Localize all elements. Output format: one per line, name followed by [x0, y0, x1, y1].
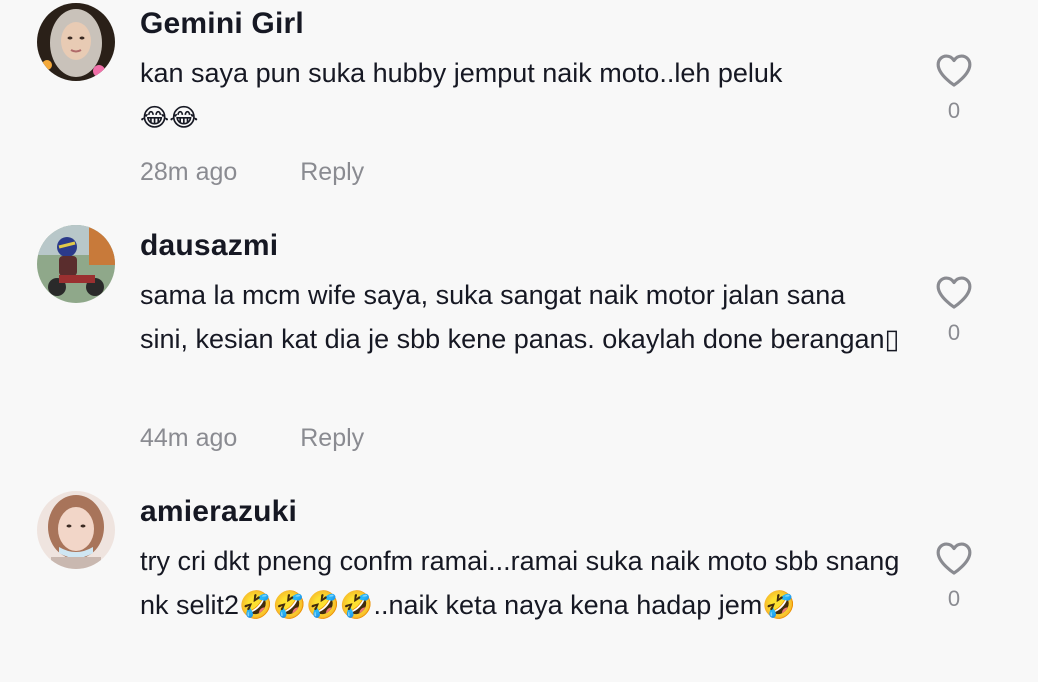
- like-button[interactable]: 0: [934, 540, 974, 612]
- reply-button[interactable]: Reply: [300, 424, 364, 452]
- comment-username[interactable]: Gemini Girl: [140, 6, 304, 42]
- like-button[interactable]: 0: [934, 52, 974, 124]
- laughing-emoji: 😂😂: [140, 103, 199, 132]
- hijab-girl-avatar-icon: [37, 3, 115, 81]
- comment-text: kan saya pun suka hubby jemput naik moto…: [140, 51, 910, 140]
- reply-button[interactable]: Reply: [300, 158, 364, 186]
- comment-timestamp: 28m ago: [140, 158, 238, 186]
- comment-meta: 28m ago Reply: [140, 157, 364, 187]
- comment-text: sama la mcm wife saya, suka sangat naik …: [140, 280, 900, 354]
- avatar[interactable]: [37, 491, 115, 569]
- avatar[interactable]: [37, 225, 115, 303]
- like-count: 0: [947, 320, 961, 345]
- avatar[interactable]: [37, 3, 115, 81]
- like-count: 0: [947, 98, 961, 123]
- girl-avatar-icon: [37, 491, 115, 569]
- like-count: 0: [947, 586, 961, 611]
- comment-text-body: kan saya pun suka hubby jemput naik moto…: [140, 58, 783, 88]
- comment-timestamp: 44m ago: [140, 424, 238, 452]
- comment-text: try cri dkt pneng confm ramai...ramai su…: [140, 546, 900, 620]
- heart-icon[interactable]: [935, 52, 973, 88]
- like-button[interactable]: 0: [934, 274, 974, 346]
- heart-icon[interactable]: [935, 274, 973, 310]
- comment-meta: 44m ago Reply: [140, 423, 364, 453]
- heart-icon[interactable]: [935, 540, 973, 576]
- comment-username[interactable]: dausazmi: [140, 228, 278, 264]
- comment-username[interactable]: amierazuki: [140, 494, 297, 530]
- motorcycle-rider-avatar-icon: [37, 225, 115, 303]
